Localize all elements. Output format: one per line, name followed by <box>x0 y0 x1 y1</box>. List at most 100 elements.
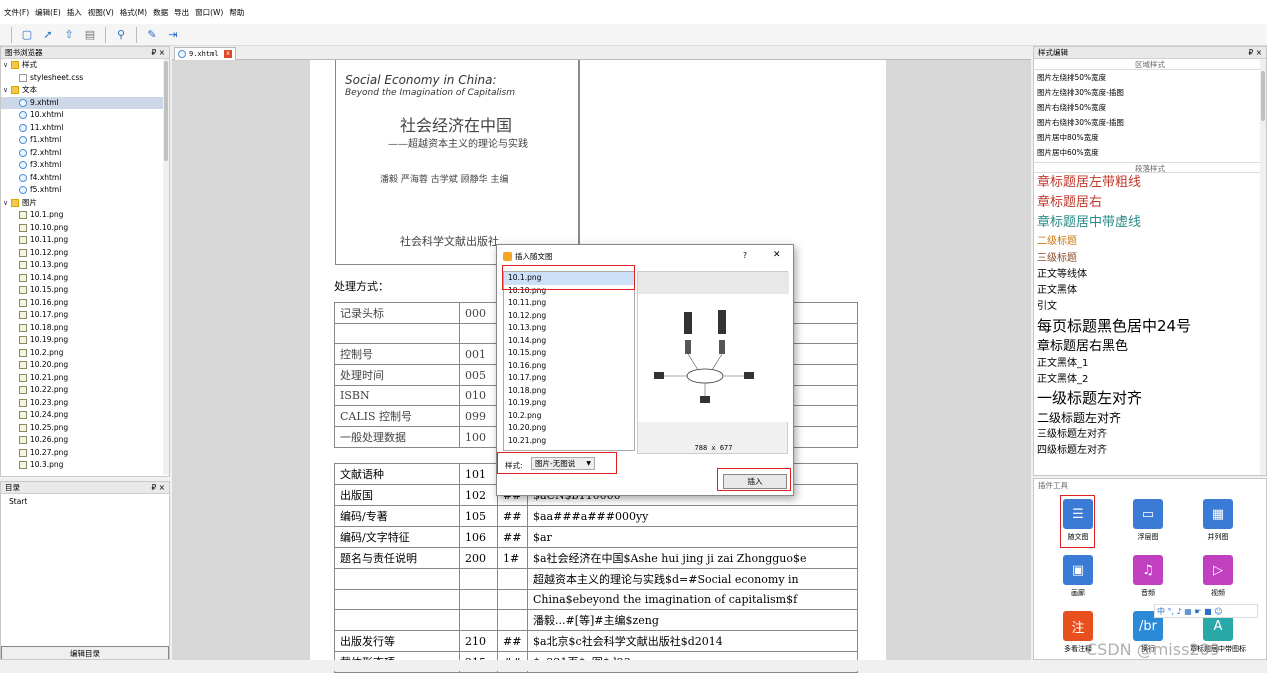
list-item[interactable]: 10.11.png <box>504 297 634 310</box>
tree-item[interactable]: ∨ 文本 <box>1 84 169 97</box>
chevron-down-icon[interactable]: ∨ <box>3 197 11 210</box>
tree-item[interactable]: 10.1.png <box>1 209 169 222</box>
para-style-item[interactable]: 二级标题 <box>1034 233 1266 250</box>
tree-item[interactable]: 10.18.png <box>1 322 169 335</box>
list-item[interactable]: 10.13.png <box>504 322 634 335</box>
list-item[interactable]: 10.12.png <box>504 310 634 323</box>
region-style-item[interactable]: 图片左绕排30%宽度-插图 <box>1034 85 1266 100</box>
para-style-item[interactable]: 引文 <box>1034 299 1266 315</box>
tree-item[interactable]: 10.11.png <box>1 234 169 247</box>
tree-item[interactable]: 10.16.png <box>1 297 169 310</box>
tree-item[interactable]: 10.14.png <box>1 272 169 285</box>
list-item[interactable]: 10.21.png <box>504 435 634 448</box>
tree-item[interactable]: 10.24.png <box>1 409 169 422</box>
para-style-item[interactable]: 正文黑体_2 <box>1034 372 1266 388</box>
tree-item[interactable]: stylesheet.css <box>1 72 169 85</box>
tree-item[interactable]: f2.xhtml <box>1 147 169 160</box>
region-style-item[interactable]: 图片右绕排50%宽度 <box>1034 100 1266 115</box>
menu-item[interactable]: 窗口(W) <box>195 7 223 18</box>
tree-item[interactable]: 10.17.png <box>1 309 169 322</box>
para-style-item[interactable]: 四级标题左对齐 <box>1034 443 1266 459</box>
tree-item[interactable]: 9.xhtml <box>1 96 169 109</box>
plugin-audio[interactable]: ♫ 音频 <box>1118 555 1178 598</box>
menu-item[interactable]: 视图(V) <box>88 7 114 18</box>
tree-item[interactable]: 10.xhtml <box>1 109 169 122</box>
para-style-item[interactable]: 章标题居左带粗线 <box>1034 173 1266 193</box>
new-file-icon[interactable]: ▢ <box>18 26 36 44</box>
close-icon[interactable]: ✕ <box>773 250 781 260</box>
list-item[interactable]: 10.14.png <box>504 335 634 348</box>
para-style-item[interactable]: 章标题居中带虚线 <box>1034 213 1266 233</box>
close-icon[interactable]: x <box>224 50 232 58</box>
para-style-item[interactable]: 三级标题 <box>1034 250 1266 267</box>
help-icon[interactable]: ? <box>743 251 747 260</box>
plugin-video[interactable]: ▷ 视频 <box>1188 555 1248 598</box>
tree-item[interactable]: 11.xhtml <box>1 122 169 135</box>
save-icon[interactable]: ▤ <box>81 26 99 44</box>
plugin-gallery[interactable]: ▣ 画廊 <box>1048 555 1108 598</box>
para-style-item[interactable]: 正文等线体 <box>1034 267 1266 283</box>
chevron-down-icon[interactable]: ∨ <box>3 59 11 72</box>
style-scrollbar[interactable] <box>1260 59 1266 475</box>
panel-controls[interactable]: ₽ × <box>152 483 165 492</box>
tree-item[interactable]: 10.3.png <box>1 459 169 472</box>
image-list[interactable]: 10.1.png 10.10.png 10.11.png 10.12.png 10.13… <box>503 271 635 451</box>
para-style-item[interactable]: 章标题居右 <box>1034 193 1266 213</box>
menu-item[interactable]: 格式(M) <box>120 7 147 18</box>
plugin-grid-image[interactable]: ▦ 并列图 <box>1188 499 1248 542</box>
menu-item[interactable]: 文件(F) <box>4 7 29 18</box>
search-icon[interactable]: ⚲ <box>112 26 130 44</box>
tree-item[interactable]: 10.22.png <box>1 384 169 397</box>
toc-item-start[interactable]: Start <box>1 494 169 509</box>
plugin-floating-image[interactable]: ▭ 浮层图 <box>1118 499 1178 542</box>
menu-item[interactable]: 数据 <box>153 7 168 18</box>
tree-item[interactable]: 10.19.png <box>1 334 169 347</box>
tree-item[interactable]: f5.xhtml <box>1 184 169 197</box>
tree-item[interactable]: ∨ 图片 <box>1 197 169 210</box>
tree-item[interactable]: 10.15.png <box>1 284 169 297</box>
list-item[interactable]: 10.19.png <box>504 397 634 410</box>
list-item[interactable]: 10.17.png <box>504 372 634 385</box>
para-style-item[interactable]: 章标题居右黑色 <box>1034 337 1266 356</box>
region-style-item[interactable]: 图片左绕排50%宽度 <box>1034 70 1266 85</box>
tree-item[interactable]: 10.26.png <box>1 434 169 447</box>
para-style-item[interactable]: 一级标题左对齐 <box>1034 388 1266 409</box>
tree-item[interactable]: f4.xhtml <box>1 172 169 185</box>
edit-toc-button[interactable]: 编辑目录 <box>1 646 169 659</box>
region-style-item[interactable]: 图片居中60%宽度 <box>1034 145 1266 160</box>
tree-item[interactable]: ∨ 样式 <box>1 59 169 72</box>
tree-item[interactable]: f1.xhtml <box>1 134 169 147</box>
tree-item[interactable]: 10.10.png <box>1 222 169 235</box>
list-item[interactable]: 10.18.png <box>504 385 634 398</box>
tree-item[interactable]: 10.2.png <box>1 347 169 360</box>
list-item[interactable]: 10.15.png <box>504 347 634 360</box>
import-icon[interactable]: ⇥ <box>164 26 182 44</box>
list-item[interactable]: 10.16.png <box>504 360 634 373</box>
para-style-item[interactable]: 二级标题左对齐 <box>1034 409 1266 427</box>
tree-item[interactable]: 10.21.png <box>1 372 169 385</box>
region-style-item[interactable]: 图片右绕排30%宽度-插图 <box>1034 115 1266 130</box>
tree-item[interactable]: 10.20.png <box>1 359 169 372</box>
tree-scrollbar[interactable] <box>163 59 169 475</box>
list-item[interactable]: 10.20.png <box>504 422 634 435</box>
tree-item[interactable]: 10.13.png <box>1 259 169 272</box>
upload-icon[interactable]: ⇧ <box>60 26 78 44</box>
menu-item[interactable]: 编辑(E) <box>35 7 61 18</box>
para-style-item[interactable]: 正文黑体 <box>1034 283 1266 299</box>
menu-item[interactable]: 帮助 <box>229 7 244 18</box>
tree-item[interactable]: f3.xhtml <box>1 159 169 172</box>
tab-9-xhtml[interactable]: 9.xhtml x <box>174 47 236 60</box>
region-style-item[interactable]: 图片居中80%宽度 <box>1034 130 1266 145</box>
para-style-item[interactable]: 三级标题左对齐 <box>1034 427 1266 443</box>
panel-controls[interactable]: ₽ × <box>152 48 165 57</box>
menu-item[interactable]: 插入 <box>67 7 82 18</box>
panel-controls[interactable]: ₽ × <box>1249 48 1262 57</box>
para-style-item[interactable]: 正文黑体_1 <box>1034 356 1266 372</box>
open-file-icon[interactable]: ➚ <box>39 26 57 44</box>
tree-item[interactable]: 10.12.png <box>1 247 169 260</box>
edit-icon[interactable]: ✎ <box>143 26 161 44</box>
tree-item[interactable]: 10.25.png <box>1 422 169 435</box>
menu-item[interactable]: 导出 <box>174 7 189 18</box>
tree-item[interactable]: 10.27.png <box>1 447 169 460</box>
para-style-item[interactable]: 每页标题黑色居中24号 <box>1034 315 1266 337</box>
